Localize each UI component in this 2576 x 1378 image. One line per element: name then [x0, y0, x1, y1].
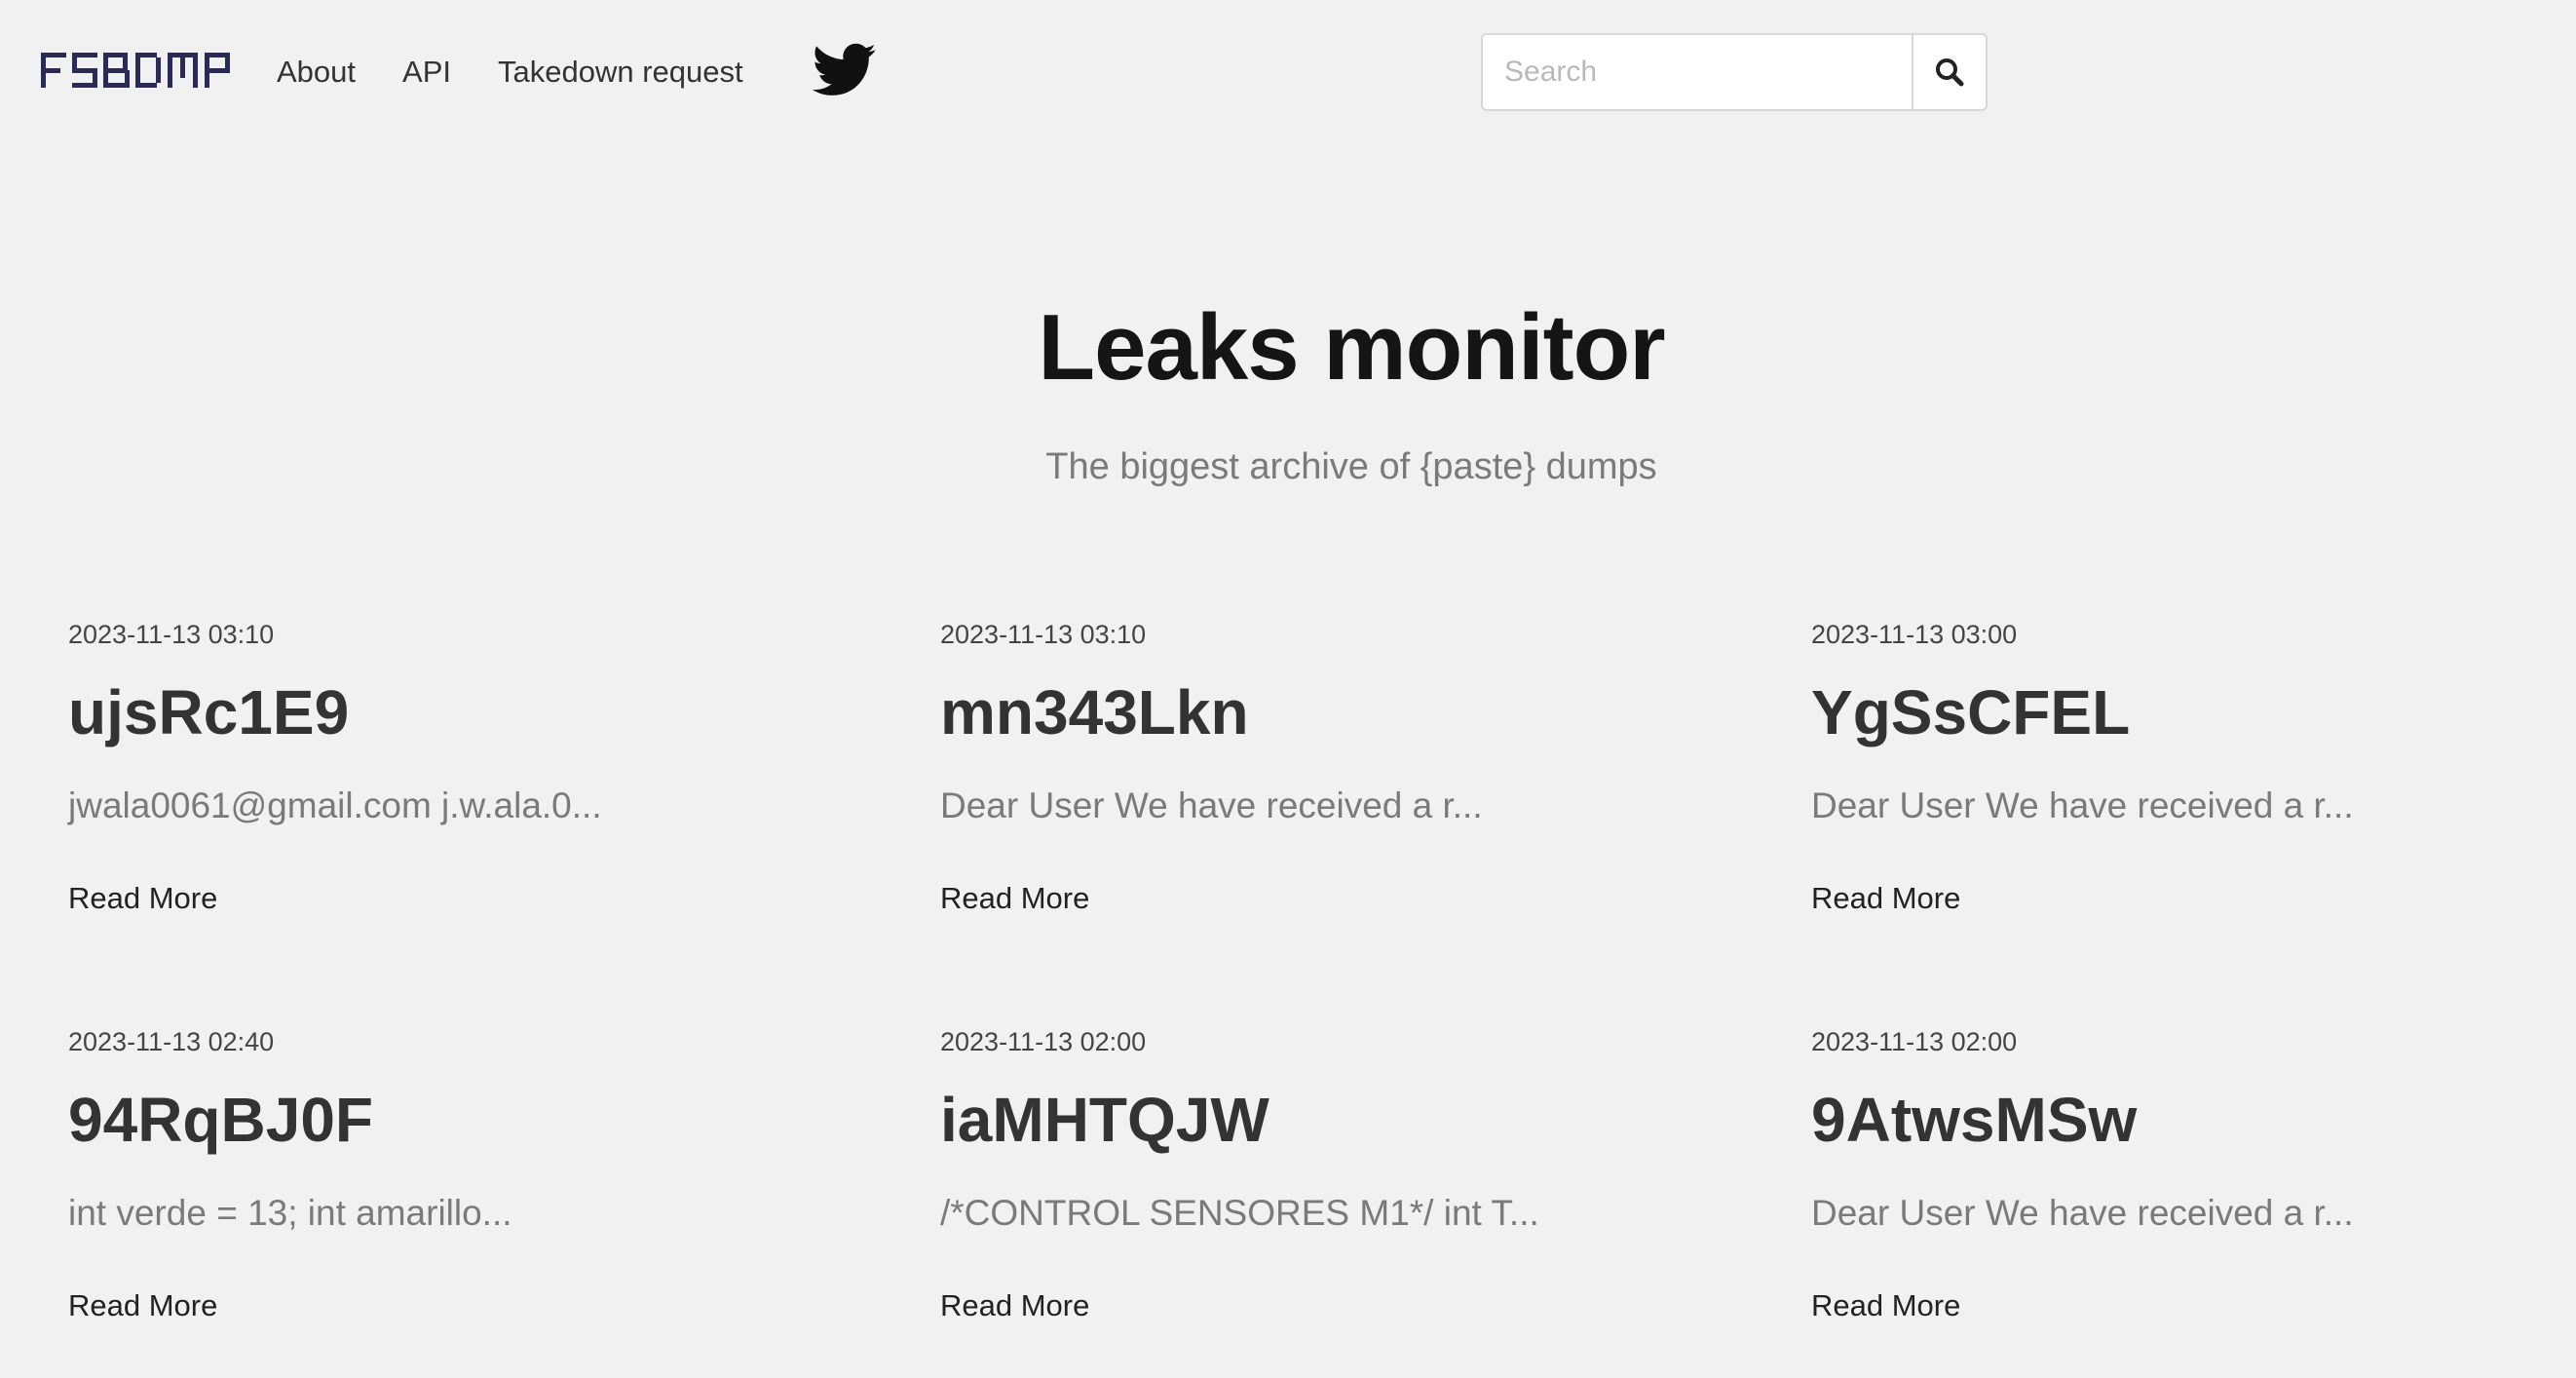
page-subtitle: The biggest archive of {paste} dumps — [1045, 446, 1657, 487]
paste-card: 2023-11-13 02:40 94RqBJ0F int verde = 13… — [68, 1027, 867, 1378]
paste-excerpt: /*CONTROL SENSORES M1*/ int T... — [940, 1193, 1539, 1233]
search-input[interactable] — [1481, 33, 1912, 111]
nav-link-about[interactable]: About — [277, 51, 356, 94]
navbar: About API Takedown request — [0, 0, 2576, 146]
nav-link-api[interactable]: API — [402, 51, 451, 94]
paste-date: 2023-11-13 03:10 — [940, 620, 1147, 649]
nav-link-takedown-request[interactable]: Takedown request — [498, 51, 743, 94]
paste-title[interactable]: ujsRc1E9 — [68, 676, 349, 748]
read-more-link[interactable]: Read More — [940, 1288, 1089, 1323]
paste-excerpt: Dear User We have received a r... — [1811, 785, 2354, 825]
nav-links: About API Takedown request — [277, 51, 743, 94]
paste-card: 2023-11-13 02:00 9AtwsMSw Dear User We h… — [1811, 1027, 2576, 1378]
paste-card: 2023-11-13 02:00 iaMHTQJW /*CONTROL SENS… — [940, 1027, 1739, 1378]
paste-date: 2023-11-13 02:00 — [1811, 1027, 2018, 1056]
search-icon — [1936, 58, 1964, 87]
search-bar — [1481, 33, 1988, 111]
read-more-link[interactable]: Read More — [1811, 881, 1960, 916]
paste-date: 2023-11-13 02:40 — [68, 1027, 275, 1056]
read-more-link[interactable]: Read More — [68, 1288, 217, 1323]
paste-title[interactable]: mn343Lkn — [940, 676, 1249, 748]
site-logo[interactable] — [41, 49, 232, 92]
paste-excerpt: int verde = 13; int amarillo... — [68, 1193, 512, 1233]
paste-card: 2023-11-13 03:10 ujsRc1E9 jwala0061@gmai… — [68, 620, 867, 971]
paste-excerpt: Dear User We have received a r... — [1811, 1193, 2354, 1233]
paste-excerpt: jwala0061@gmail.com j.w.ala.0... — [68, 785, 602, 825]
page-title: Leaks monitor — [1038, 295, 1665, 400]
paste-title[interactable]: iaMHTQJW — [940, 1084, 1269, 1156]
paste-card: 2023-11-13 03:10 mn343Lkn Dear User We h… — [940, 620, 1739, 971]
read-more-link[interactable]: Read More — [68, 881, 217, 916]
paste-title[interactable]: YgSsCFEL — [1811, 676, 2130, 748]
read-more-link[interactable]: Read More — [1811, 1288, 1960, 1323]
paste-excerpt: Dear User We have received a r... — [940, 785, 1483, 825]
paste-card: 2023-11-13 03:00 YgSsCFEL Dear User We h… — [1811, 620, 2576, 971]
paste-title[interactable]: 94RqBJ0F — [68, 1084, 373, 1156]
twitter-icon[interactable] — [813, 43, 877, 97]
paste-title[interactable]: 9AtwsMSw — [1811, 1084, 2137, 1156]
paste-date: 2023-11-13 02:00 — [940, 1027, 1147, 1056]
search-button[interactable] — [1912, 33, 1988, 111]
paste-date: 2023-11-13 03:10 — [68, 620, 275, 649]
read-more-link[interactable]: Read More — [940, 881, 1089, 916]
paste-date: 2023-11-13 03:00 — [1811, 620, 2018, 649]
